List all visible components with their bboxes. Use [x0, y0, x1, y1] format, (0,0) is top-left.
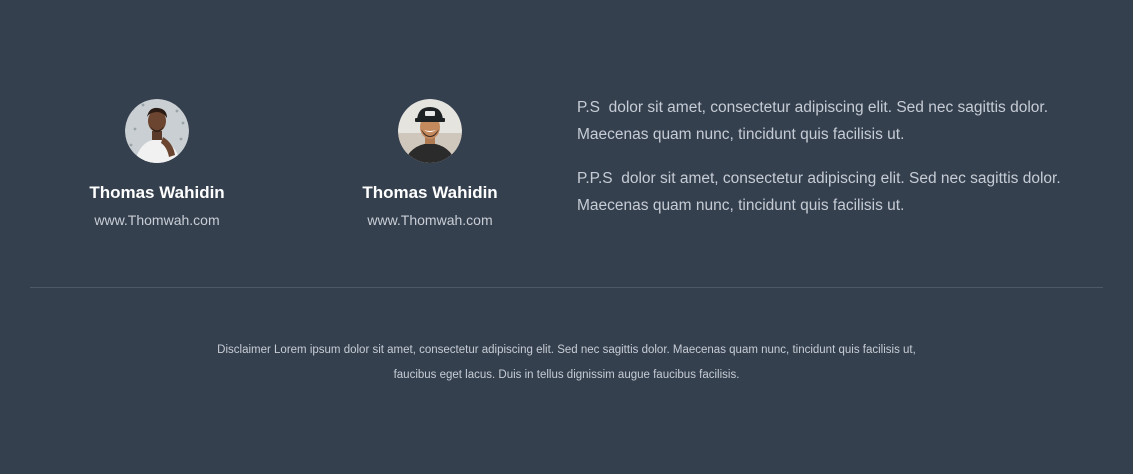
author-photo-2 — [398, 99, 462, 163]
disclaimer: Disclaimer Lorem ipsum dolor sit amet, c… — [160, 338, 973, 388]
disclaimer-line-2: faucibus eget lacus. Duis in tellus dign… — [393, 369, 740, 381]
disclaimer-line-1: Disclaimer Lorem ipsum dolor sit amet, c… — [217, 344, 916, 356]
postscript-block: P.S dolor sit amet, consectetur adipisci… — [577, 94, 1107, 236]
postscript-1: P.S dolor sit amet, consectetur adipisci… — [577, 99, 1053, 143]
divider — [30, 287, 1103, 288]
author-website-1[interactable]: www.Thomwah.com — [47, 211, 267, 229]
author-website-2[interactable]: www.Thomwah.com — [320, 211, 540, 229]
author-card-2: Thomas Wahidin www.Thomwah.com — [320, 99, 540, 229]
author-card-1: Thomas Wahidin www.Thomwah.com — [47, 99, 267, 229]
author-name-2: Thomas Wahidin — [362, 183, 498, 202]
author-name-1: Thomas Wahidin — [89, 183, 225, 202]
postscript-2: P.P.S dolor sit amet, consectetur adipis… — [577, 170, 1065, 214]
author-photo-1 — [125, 99, 189, 163]
